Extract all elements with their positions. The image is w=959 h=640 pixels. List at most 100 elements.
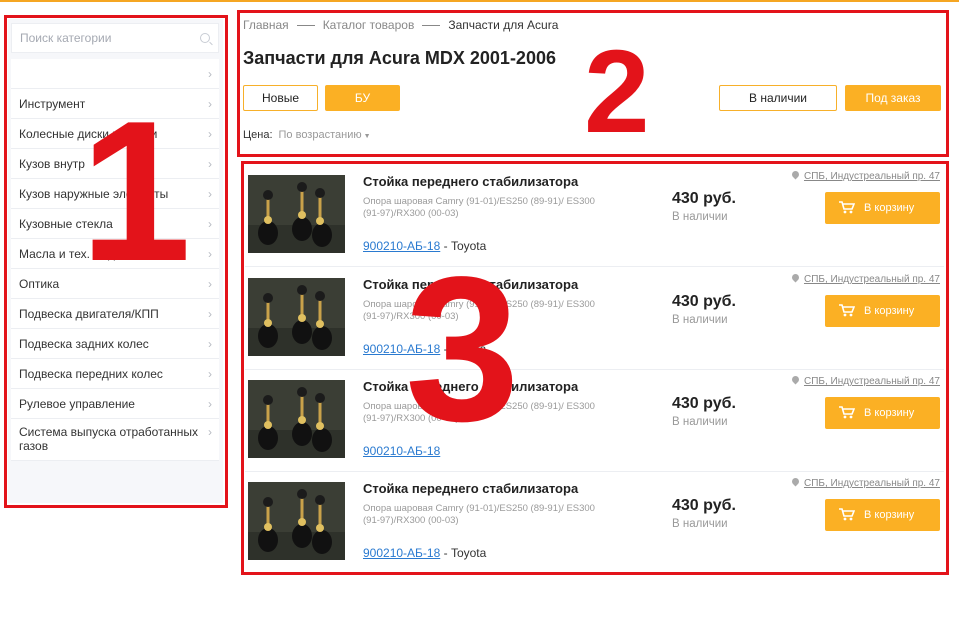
chevron-right-icon: ›	[208, 425, 212, 439]
category-label: Колесные диски и шинки	[19, 127, 158, 141]
category-item-optics[interactable]: Оптика ›	[11, 269, 219, 299]
product-photo	[248, 278, 345, 356]
cart-icon	[839, 201, 855, 214]
breadcrumb: Главная Каталог товаров Запчасти для Acura	[243, 18, 558, 32]
cart-button-label: В корзину	[864, 305, 915, 317]
product-item: Стойка переднего стабилизатора Опора шаро…	[245, 165, 944, 267]
chevron-right-icon: ›	[208, 337, 212, 351]
product-availability: В наличии	[672, 211, 728, 223]
product-price: 430 руб.	[672, 395, 736, 412]
product-code-link[interactable]: 900210-АБ-18	[363, 239, 440, 253]
product-item: Стойка переднего стабилизатора Опора шаро…	[245, 472, 944, 574]
chevron-right-icon: ›	[208, 247, 212, 261]
category-search-input[interactable]	[20, 31, 200, 45]
add-to-cart-button[interactable]: В корзину	[825, 397, 940, 429]
product-availability: В наличии	[672, 314, 728, 326]
product-code-line: 900210-АБ-18	[363, 444, 440, 458]
annotation-number-2: 2	[584, 26, 650, 158]
cart-button-label: В корзину	[864, 407, 915, 419]
category-item-glass[interactable]: Кузовные стекла ›	[11, 209, 219, 239]
location-pin-icon	[790, 374, 801, 385]
sort-dropdown[interactable]: По возрастанию ▼	[279, 129, 371, 141]
product-location[interactable]: СПБ, Индустреальный пр. 47	[790, 476, 940, 489]
location-pin-icon	[790, 169, 801, 180]
product-name[interactable]: Стойка переднего стабилизатора	[363, 481, 578, 496]
chevron-right-icon: ›	[208, 307, 212, 321]
product-availability: В наличии	[672, 416, 728, 428]
chevron-right-icon: ›	[208, 187, 212, 201]
category-item-steering[interactable]: Рулевое управление ›	[11, 389, 219, 419]
breadcrumb-current: Запчасти для Acura	[448, 18, 559, 32]
breadcrumb-catalog[interactable]: Каталог товаров	[323, 18, 415, 32]
product-image[interactable]	[248, 175, 345, 253]
filter-new-button[interactable]: Новые	[243, 85, 318, 111]
product-price: 430 руб.	[672, 190, 736, 207]
product-description: Опора шаровая Camry (91-01)/ES250 (89-91…	[363, 401, 595, 424]
product-code-link[interactable]: 900210-АБ-18	[363, 342, 440, 356]
chevron-right-icon: ›	[208, 127, 212, 141]
category-item-rear-suspension[interactable]: Подвеска задних колес ›	[11, 329, 219, 359]
top-accent-line	[0, 0, 959, 2]
category-item-exhaust[interactable]: Система выпуска отработанных газов ›	[11, 419, 219, 461]
sort-label: Цена:	[243, 129, 273, 141]
cart-button-label: В корзину	[864, 509, 915, 521]
product-brand: - Toyota	[443, 239, 487, 253]
product-code-line: 900210-АБ-18 - Toyota	[363, 342, 486, 356]
product-location[interactable]: СПБ, Индустреальный пр. 47	[790, 169, 940, 182]
add-to-cart-button[interactable]: В корзину	[825, 295, 940, 327]
filter-used-button[interactable]: БУ	[325, 85, 400, 111]
category-label: Кузовные стекла	[19, 217, 113, 231]
caret-down-icon: ▼	[363, 133, 371, 140]
category-item-oils[interactable]: Масла и тех. жидкости ›	[11, 239, 219, 269]
product-location[interactable]: СПБ, Индустреальный пр. 47	[790, 374, 940, 387]
category-item-wheels[interactable]: Колесные диски и шинки ›	[11, 119, 219, 149]
location-text: СПБ, Индустреальный пр. 47	[803, 171, 940, 182]
product-image[interactable]	[248, 278, 345, 356]
category-search[interactable]	[11, 23, 219, 53]
cart-icon	[839, 304, 855, 317]
product-price: 430 руб.	[672, 293, 736, 310]
sort-control: Цена: По возрастанию ▼	[243, 129, 371, 141]
product-name[interactable]: Стойка переднего стабилизатора	[363, 277, 578, 292]
breadcrumb-home[interactable]: Главная	[243, 18, 289, 32]
category-item-body-interior[interactable]: Кузов внутр ›	[11, 149, 219, 179]
category-label: Подвеска передних колес	[19, 367, 163, 381]
product-code-link[interactable]: 900210-АБ-18	[363, 444, 440, 458]
category-label: Рулевое управление	[19, 397, 135, 411]
product-image[interactable]	[248, 482, 345, 560]
category-label: Подвеска задних колес	[19, 337, 149, 351]
product-photo	[248, 380, 345, 458]
product-brand: - Toyota	[443, 342, 487, 356]
product-location[interactable]: СПБ, Индустреальный пр. 47	[790, 272, 940, 285]
filter-in-stock-button[interactable]: В наличии	[719, 85, 837, 111]
sort-value: По возрастанию	[278, 129, 362, 141]
category-label: Кузов наружные элементы	[19, 187, 169, 201]
product-code-link[interactable]: 900210-АБ-18	[363, 546, 440, 560]
chevron-right-icon: ›	[208, 67, 212, 81]
category-item-tools[interactable]: Инструмент ›	[11, 89, 219, 119]
product-price: 430 руб.	[672, 497, 736, 514]
chevron-right-icon: ›	[208, 97, 212, 111]
filter-on-order-button[interactable]: Под заказ	[845, 85, 941, 111]
location-pin-icon	[790, 272, 801, 283]
chevron-right-icon: ›	[208, 277, 212, 291]
breadcrumb-separator	[296, 25, 315, 27]
category-label: Оптика	[19, 277, 60, 291]
cart-icon	[839, 508, 855, 521]
product-name[interactable]: Стойка переднего стабилизатора	[363, 174, 578, 189]
chevron-right-icon: ›	[208, 217, 212, 231]
page-title: Запчасти для Acura MDX 2001-2006	[243, 48, 556, 68]
product-image[interactable]	[248, 380, 345, 458]
add-to-cart-button[interactable]: В корзину	[825, 192, 940, 224]
category-item[interactable]: ›	[11, 59, 219, 89]
product-name[interactable]: Стойка переднего стабилизатора	[363, 379, 578, 394]
product-item: Стойка переднего стабилизатора Опора шаро…	[245, 268, 944, 370]
category-item-body-exterior[interactable]: Кузов наружные элементы ›	[11, 179, 219, 209]
product-description: Опора шаровая Camry (91-01)/ES250 (89-91…	[363, 299, 595, 322]
category-item-front-suspension[interactable]: Подвеска передних колес ›	[11, 359, 219, 389]
location-text: СПБ, Индустреальный пр. 47	[803, 376, 940, 387]
add-to-cart-button[interactable]: В корзину	[825, 499, 940, 531]
search-icon[interactable]	[200, 33, 210, 43]
category-item-engine-mounts[interactable]: Подвеска двигателя/КПП ›	[11, 299, 219, 329]
category-list: › Инструмент › Колесные диски и шинки › Ку…	[11, 59, 219, 461]
